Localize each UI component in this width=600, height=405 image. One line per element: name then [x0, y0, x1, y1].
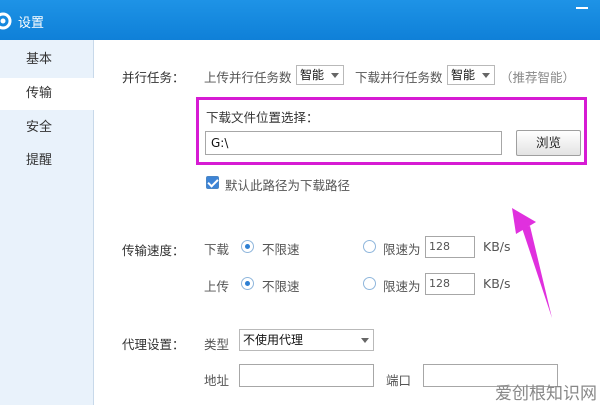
annotation-arrow-icon	[512, 208, 552, 318]
browse-button[interactable]: 浏览	[516, 130, 581, 156]
download-limit-radio[interactable]	[363, 240, 376, 253]
sidebar-item-label: 提醒	[26, 153, 53, 168]
proxy-address-label: 地址	[204, 373, 230, 388]
download-limit-input[interactable]: 128	[425, 236, 475, 258]
sidebar-item-reminder[interactable]: 提醒	[0, 145, 94, 177]
default-path-label: 默认此路径为下载路径	[225, 178, 351, 193]
sidebar-item-label: 传输	[26, 86, 53, 101]
speed-section-label: 传输速度：	[122, 243, 185, 258]
upload-limit-radio[interactable]	[363, 277, 376, 290]
watermark-text: 爱创根知识网	[495, 384, 597, 404]
upload-speed-label: 上传	[204, 279, 230, 294]
chevron-down-icon	[361, 338, 369, 343]
proxy-type-label: 类型	[204, 337, 230, 352]
download-speed-label: 下载	[204, 242, 230, 257]
upload-parallel-label: 上传并行任务数	[204, 70, 292, 85]
default-path-checkbox[interactable]	[206, 176, 219, 189]
sidebar-item-basic[interactable]: 基本	[0, 44, 94, 76]
upload-parallel-value: 智能	[300, 68, 325, 82]
download-unlimited-label: 不限速	[262, 242, 300, 257]
minimize-button[interactable]	[576, 7, 588, 17]
parallel-section-label: 并行任务：	[122, 70, 185, 85]
upload-parallel-select[interactable]: 智能	[296, 65, 344, 85]
proxy-port-label: 端口	[386, 373, 412, 388]
download-parallel-value: 智能	[451, 68, 476, 82]
upload-unlimited-radio[interactable]	[241, 277, 254, 290]
upload-limit-label: 限速为	[383, 279, 421, 294]
window-title: 设置	[18, 16, 45, 31]
sidebar-item-label: 安全	[26, 120, 53, 135]
sidebar-item-security[interactable]: 安全	[0, 112, 94, 144]
proxy-address-input[interactable]	[239, 364, 374, 387]
sidebar: 基本 传输 安全 提醒	[0, 40, 95, 405]
download-unlimited-radio[interactable]	[241, 240, 254, 253]
upload-limit-input[interactable]: 128	[425, 273, 475, 295]
proxy-type-select[interactable]: 不使用代理	[239, 329, 374, 351]
download-parallel-select[interactable]: 智能	[447, 65, 495, 85]
proxy-type-value: 不使用代理	[243, 333, 304, 347]
chevron-down-icon	[331, 73, 339, 78]
proxy-section-label: 代理设置：	[122, 337, 185, 352]
download-location-label: 下载文件位置选择：	[206, 110, 319, 125]
recommend-hint: （推荐智能）	[500, 70, 576, 85]
gear-icon	[0, 12, 12, 30]
title-bar: 设置	[0, 0, 600, 40]
download-parallel-label: 下载并行任务数	[355, 70, 443, 85]
upload-unlimited-label: 不限速	[262, 279, 300, 294]
download-path-input[interactable]: G:\	[205, 131, 502, 155]
download-limit-label: 限速为	[383, 242, 421, 257]
chevron-down-icon	[482, 73, 490, 78]
sidebar-item-label: 基本	[26, 52, 53, 67]
sidebar-item-transfer[interactable]: 传输	[0, 78, 95, 110]
